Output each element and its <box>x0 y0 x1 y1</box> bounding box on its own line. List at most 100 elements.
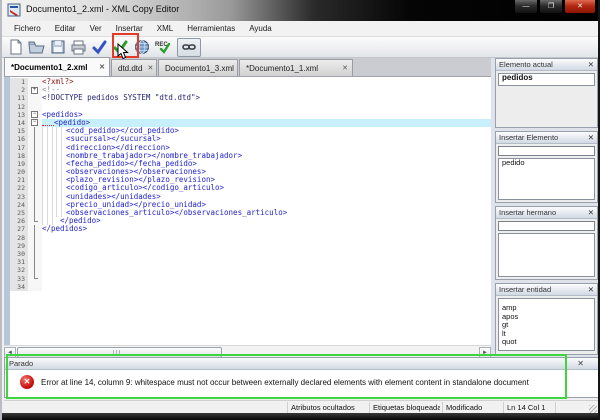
tab-close-icon[interactable]: ✕ <box>234 64 238 72</box>
fold-margin[interactable]: − <box>28 111 42 119</box>
tab-close-icon[interactable]: ✕ <box>142 64 153 72</box>
save-floppy-icon <box>50 39 66 55</box>
fold-margin[interactable] <box>28 94 42 102</box>
fold-margin[interactable] <box>28 275 42 283</box>
tab-close-icon[interactable]: ✕ <box>337 64 348 72</box>
panel-title-bar: Elemento actual✕ <box>496 59 597 71</box>
panel-list[interactable]: ampaposgtltquot <box>498 298 595 351</box>
tab-4[interactable]: *Documento1_1.xml✕ <box>239 59 353 76</box>
list-item[interactable]: pedido <box>499 159 594 168</box>
fold-minus-icon[interactable]: − <box>31 119 38 126</box>
fold-margin[interactable] <box>28 217 42 225</box>
fold-margin[interactable] <box>28 176 42 184</box>
save-file-button[interactable] <box>47 38 68 57</box>
fold-line <box>34 258 35 266</box>
fold-margin[interactable] <box>28 78 42 86</box>
spell-check-button[interactable]: REC <box>152 38 173 57</box>
close-button[interactable]: ✕ <box>564 0 596 14</box>
fold-margin[interactable] <box>28 184 42 192</box>
menu-ayuda[interactable]: Ayuda <box>242 22 279 35</box>
tab-1[interactable]: *Documento1_2.xml✕ <box>4 57 110 76</box>
fold-line <box>34 201 35 209</box>
menu-fichero[interactable]: Fichero <box>7 22 48 35</box>
panel-close-icon[interactable]: ✕ <box>588 285 594 294</box>
maximize-button[interactable]: ❐ <box>539 0 563 14</box>
menu-insertar[interactable]: Insertar <box>109 22 150 35</box>
fold-line <box>34 168 35 176</box>
open-file-button[interactable] <box>26 38 47 57</box>
fold-margin[interactable] <box>28 250 42 258</box>
fold-margin[interactable] <box>28 152 42 160</box>
fold-margin[interactable] <box>28 242 42 250</box>
fold-margin[interactable] <box>28 135 42 143</box>
fold-margin[interactable] <box>28 193 42 201</box>
resize-grip[interactable] <box>589 405 597 413</box>
fold-margin[interactable] <box>28 234 42 242</box>
code-text: <observaciones_articulo></observaciones_… <box>42 209 491 217</box>
line-number: 25 <box>10 209 28 217</box>
panel-close-icon[interactable]: ✕ <box>588 60 594 69</box>
fold-margin[interactable] <box>28 201 42 209</box>
fold-margin[interactable] <box>28 103 42 111</box>
fold-line <box>34 135 35 143</box>
panel-list[interactable]: pedidos <box>498 73 595 86</box>
line-number: 29 <box>10 242 28 250</box>
panel-insertar-entidad: Insertar entidad ✕ ampaposgtltquot <box>495 283 598 355</box>
tab-bar: *Documento1_2.xml✕dtd.dtd✕Documento1_3.x… <box>4 58 491 77</box>
fold-margin[interactable] <box>28 168 42 176</box>
menu-ver[interactable]: Ver <box>83 22 109 35</box>
tab-close-icon[interactable]: ✕ <box>94 63 105 71</box>
fold-margin[interactable] <box>28 127 42 135</box>
panel-list[interactable]: pedido <box>498 158 595 200</box>
fold-margin[interactable] <box>28 225 42 233</box>
spellcheck-icon: REC <box>154 39 172 55</box>
print-button[interactable] <box>68 38 89 57</box>
panel-search-input[interactable] <box>498 221 595 231</box>
output-close-icon[interactable]: ✕ <box>577 359 584 368</box>
menu-editar[interactable]: Editar <box>48 22 83 35</box>
fold-margin[interactable] <box>28 258 42 266</box>
panel-search-input[interactable] <box>498 146 595 156</box>
fold-margin[interactable] <box>28 266 42 274</box>
tab-3[interactable]: Documento1_3.xml✕ <box>158 59 238 76</box>
lock-tags-button[interactable] <box>177 38 201 57</box>
panel-title: Insertar entidad <box>499 285 551 294</box>
validate-dtd-button[interactable] <box>110 38 131 57</box>
status-separator <box>442 402 443 413</box>
code-editor[interactable]: 1<?xml?>2+<!--11<!DOCTYPE pedidos SYSTEM… <box>4 77 491 358</box>
fold-minus-icon[interactable]: − <box>31 111 38 118</box>
menu-xml[interactable]: XML <box>150 22 180 35</box>
panel-close-icon[interactable]: ✕ <box>588 133 594 142</box>
fold-margin[interactable] <box>28 209 42 217</box>
fold-margin[interactable]: − <box>28 119 42 127</box>
fold-line <box>34 176 35 184</box>
panel-title: Insertar hermano <box>499 208 556 217</box>
line-number: 18 <box>10 152 28 160</box>
line-number: 16 <box>10 135 28 143</box>
line-number: 20 <box>10 168 28 176</box>
fold-margin[interactable]: + <box>28 86 42 94</box>
menu-herramientas[interactable]: Herramientas <box>180 22 242 35</box>
panel-close-icon[interactable]: ✕ <box>588 208 594 217</box>
status-bar: Atributos ocultadosEtiquetas bloqueadasM… <box>4 400 599 413</box>
error-squiggle <box>42 120 54 126</box>
fold-margin[interactable] <box>28 144 42 152</box>
fold-margin[interactable] <box>28 160 42 168</box>
window-title: Documento1_2.xml - XML Copy Editor <box>26 4 179 14</box>
new-document-button[interactable] <box>5 38 26 57</box>
list-item[interactable]: apos <box>499 313 594 322</box>
list-item[interactable]: pedidos <box>499 74 594 83</box>
fold-line <box>34 225 35 233</box>
fold-line <box>34 193 35 201</box>
fold-margin[interactable] <box>28 283 42 291</box>
list-item[interactable]: quot <box>499 338 594 347</box>
fold-plus-icon[interactable]: + <box>31 87 38 94</box>
window-bottom-border <box>2 413 600 420</box>
panel-list[interactable] <box>498 233 595 277</box>
list-item[interactable]: gt <box>499 321 594 330</box>
tab-2[interactable]: dtd.dtd✕ <box>111 59 157 76</box>
check-wellformed-button[interactable] <box>89 38 110 57</box>
preview-browser-button[interactable] <box>131 38 152 57</box>
code-text: <?xml?> <box>42 78 491 86</box>
minimize-button[interactable]: — <box>514 0 538 14</box>
